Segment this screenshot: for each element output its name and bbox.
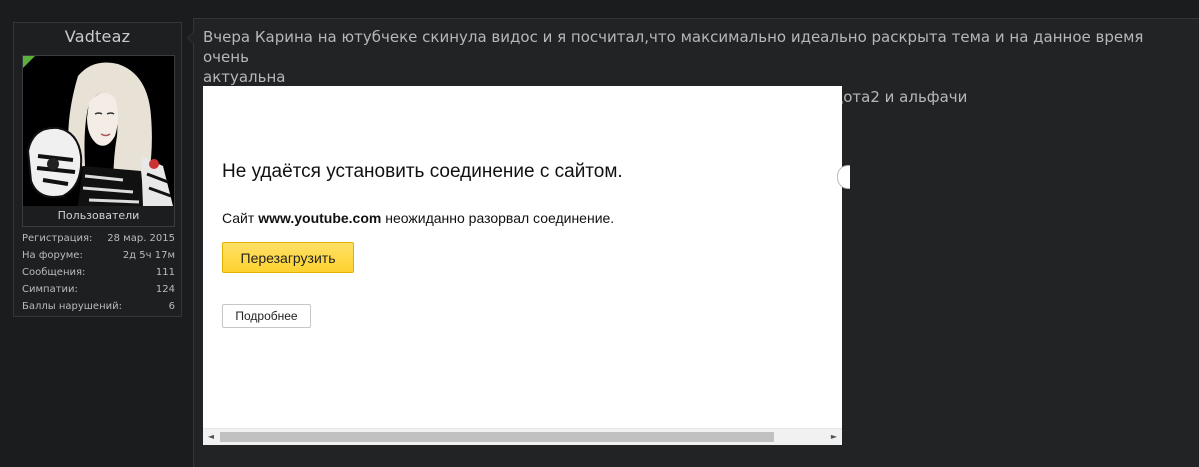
- post-pointer-arrow: [187, 31, 194, 45]
- stat-registration: Регистрация: 28 мар. 2015: [22, 230, 175, 247]
- stat-warning-points: Баллы нарушений: 6: [22, 298, 175, 315]
- stat-value: 6: [168, 301, 175, 312]
- scroll-left-arrow-icon[interactable]: ◄: [203, 429, 219, 445]
- stat-value: 28 мар. 2015: [107, 233, 175, 244]
- stat-label: На форуме:: [22, 250, 83, 261]
- user-stats: Регистрация: 28 мар. 2015 На форуме: 2д …: [22, 230, 175, 315]
- frame-edge-control: [837, 165, 850, 189]
- username[interactable]: Vadteaz: [14, 27, 181, 46]
- post-text-line: Вчера Карина на ютубчеке скинула видос и…: [203, 28, 1144, 66]
- scrollbar-thumb[interactable]: [220, 432, 774, 442]
- error-message-suffix: неожиданно разорвал соединение.: [381, 210, 615, 226]
- error-message-prefix: Сайт: [222, 210, 259, 226]
- stat-label: Баллы нарушений:: [22, 301, 122, 312]
- user-group-label: Пользователи: [22, 206, 175, 227]
- scroll-right-arrow-icon[interactable]: ►: [826, 429, 842, 445]
- error-site: www.youtube.com: [258, 210, 382, 226]
- stat-likes: Симпатии: 124: [22, 281, 175, 298]
- stat-label: Регистрация:: [22, 233, 93, 244]
- error-message: Сайт www.youtube.com неожиданно разорвал…: [222, 210, 614, 226]
- stat-value: 2д 5ч 17м: [122, 250, 175, 261]
- avatar-image: [23, 56, 174, 207]
- stat-label: Симпатии:: [22, 284, 78, 295]
- horizontal-scrollbar[interactable]: ◄ ►: [203, 428, 842, 445]
- avatar[interactable]: [22, 55, 175, 208]
- stat-value: 124: [155, 284, 175, 295]
- online-indicator: [23, 56, 35, 68]
- user-info-panel: Vadteaz Пользователи Регистрация: 28 мар…: [13, 22, 182, 317]
- stat-value[interactable]: 111: [156, 264, 175, 281]
- reload-button[interactable]: Перезагрузить: [222, 242, 354, 273]
- stat-label: Сообщения:: [22, 267, 86, 278]
- details-button[interactable]: Подробнее: [222, 304, 311, 328]
- error-heading: Не удаётся установить соединение с сайто…: [222, 161, 623, 182]
- stat-messages: Сообщения: 111: [22, 264, 175, 281]
- post-text-line: актуальна: [203, 68, 286, 86]
- embedded-video-frame[interactable]: Не удаётся установить соединение с сайто…: [203, 86, 842, 445]
- stat-time-on-forum: На форуме: 2д 5ч 17м: [22, 247, 175, 264]
